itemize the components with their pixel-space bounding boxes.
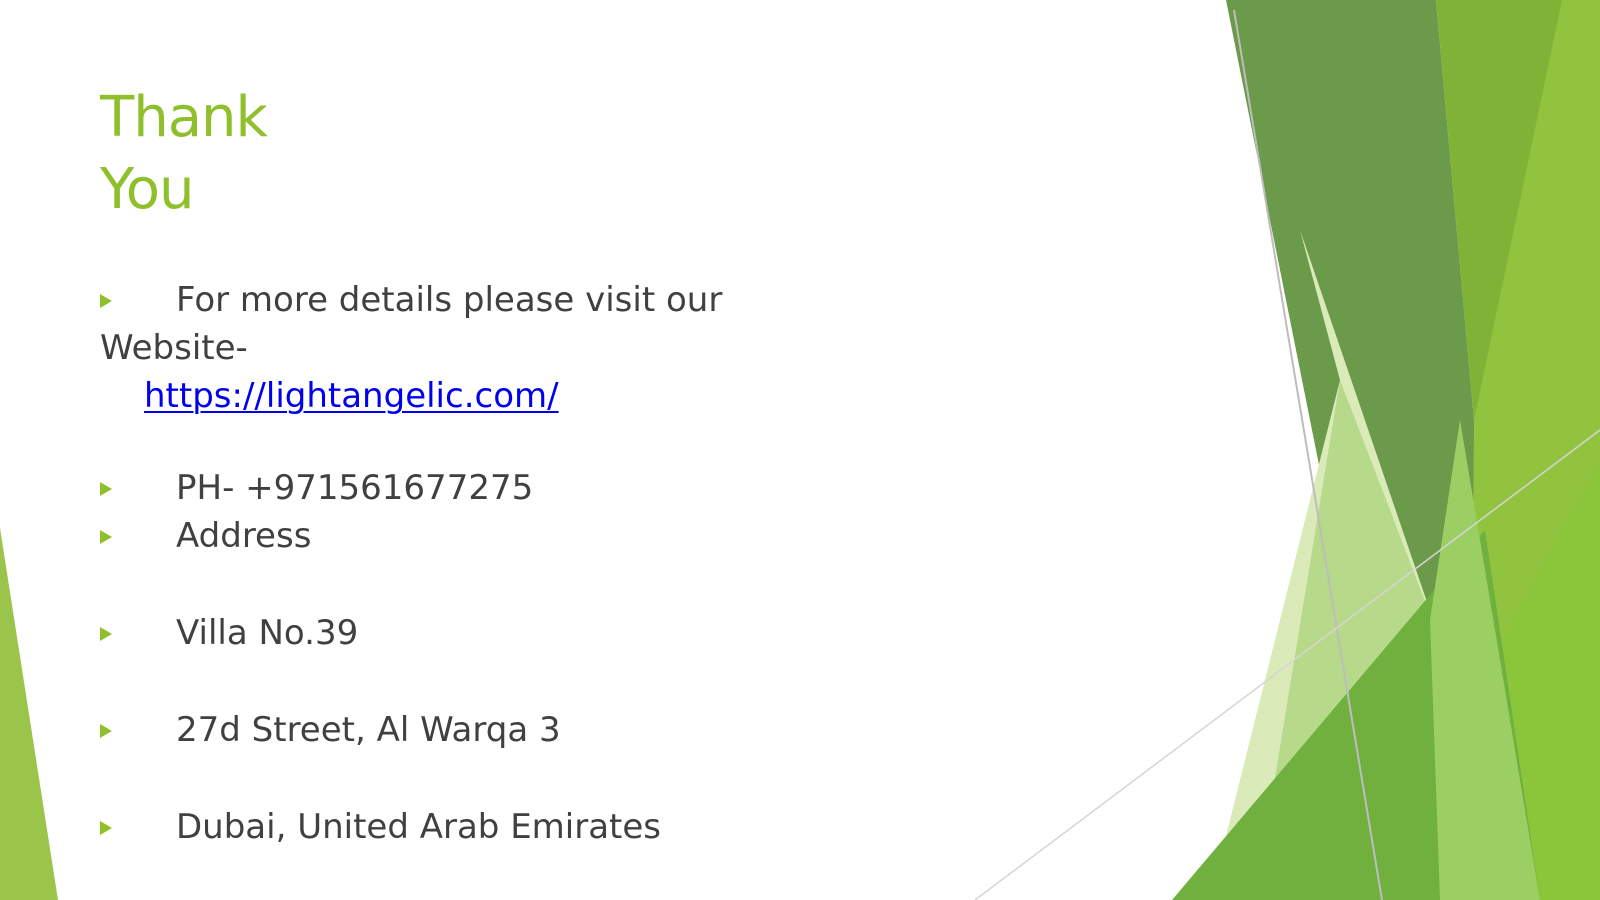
- triangle-bullet-icon: [100, 512, 114, 560]
- address-line-2-text: 27d Street, Al Warqa 3: [176, 710, 561, 750]
- website-link[interactable]: https://lightangelic.com/: [144, 376, 559, 416]
- address-line-1-text: Villa No.39: [176, 613, 359, 653]
- page-title: Thank You: [100, 82, 268, 226]
- website-intro-text: For more details please visit our: [176, 280, 723, 320]
- list-item-address-line-1: Villa No.39: [100, 609, 860, 657]
- address-line-3-text: Dubai, United Arab Emirates: [176, 807, 662, 847]
- triangle-bullet-icon: [100, 803, 114, 851]
- triangle-bullet-icon: [100, 706, 114, 754]
- phone-text: PH- +971561677275: [176, 468, 534, 508]
- list-item-website: For more details please visit our Websit…: [100, 276, 860, 420]
- title-line-1: Thank: [100, 85, 268, 150]
- left-edge-shape: [0, 528, 58, 900]
- list-item-address-line-3: Dubai, United Arab Emirates: [100, 803, 860, 851]
- triangle-bullet-icon: [100, 276, 114, 324]
- slide: Thank You For more details please visit …: [0, 0, 1600, 900]
- triangle-bullet-icon: [100, 609, 114, 657]
- list-item-address-label: Address: [100, 512, 860, 560]
- contact-content: For more details please visit our Websit…: [100, 276, 860, 851]
- triangle-bullet-icon: [100, 464, 114, 512]
- title-line-2: You: [100, 157, 195, 222]
- website-label: Website-: [100, 328, 248, 368]
- list-item-phone: PH- +971561677275: [100, 464, 860, 512]
- list-item-address-line-2: 27d Street, Al Warqa 3: [100, 706, 860, 754]
- address-label-text: Address: [176, 516, 312, 556]
